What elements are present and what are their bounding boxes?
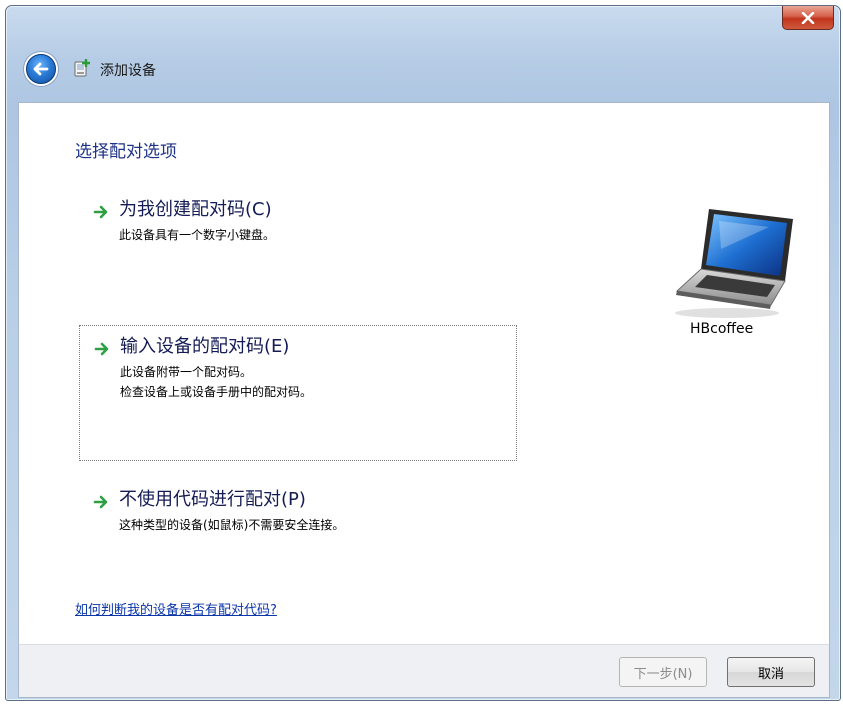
- option-description: 这种类型的设备(如鼠标)不需要安全连接。: [119, 518, 345, 532]
- green-arrow-icon: [94, 342, 109, 356]
- next-button[interactable]: 下一步(N): [619, 657, 707, 687]
- option-title: 不使用代码进行配对(P): [119, 489, 306, 510]
- option-description: 此设备具有一个数字小键盘。: [119, 228, 276, 242]
- device-name: HBcoffee: [690, 321, 754, 337]
- option-enter-device-code[interactable]: 输入设备的配对码(E) 此设备附带一个配对码。 检查设备上或设备手册中的配对码。: [79, 325, 517, 461]
- add-device-window: 添加设备 选择配对选项 为我创建配对码(C) 此设备具有一个数字小键盘。 输入设…: [5, 5, 841, 701]
- add-device-icon: [74, 59, 90, 77]
- option-create-pairing-code[interactable]: 为我创建配对码(C) 此设备具有一个数字小键盘。: [79, 195, 515, 265]
- cancel-button[interactable]: 取消: [727, 657, 815, 687]
- green-arrow-icon: [93, 205, 108, 219]
- content-panel: 选择配对选项 为我创建配对码(C) 此设备具有一个数字小键盘。 输入设备的配对码…: [18, 102, 830, 645]
- option-pair-without-code[interactable]: 不使用代码进行配对(P) 这种类型的设备(如鼠标)不需要安全连接。: [79, 485, 515, 555]
- option-title: 为我创建配对码(C): [119, 199, 272, 220]
- green-arrow-icon: [93, 495, 108, 509]
- laptop-icon: [675, 209, 793, 318]
- back-arrow-icon: [33, 62, 49, 76]
- option-title: 输入设备的配对码(E): [120, 336, 290, 357]
- back-button[interactable]: [26, 54, 56, 84]
- header-bar: 添加设备: [6, 44, 840, 106]
- close-button[interactable]: [782, 6, 834, 30]
- window-title: 添加设备: [100, 63, 156, 79]
- help-link[interactable]: 如何判断我的设备是否有配对代码?: [75, 599, 277, 618]
- option-description: 检查设备上或设备手册中的配对码。: [120, 385, 313, 399]
- footer-bar: 下一步(N) 取消: [18, 644, 830, 698]
- close-icon: [801, 11, 815, 24]
- page-heading: 选择配对选项: [75, 142, 177, 162]
- option-description: 此设备附带一个配对码。: [120, 365, 253, 379]
